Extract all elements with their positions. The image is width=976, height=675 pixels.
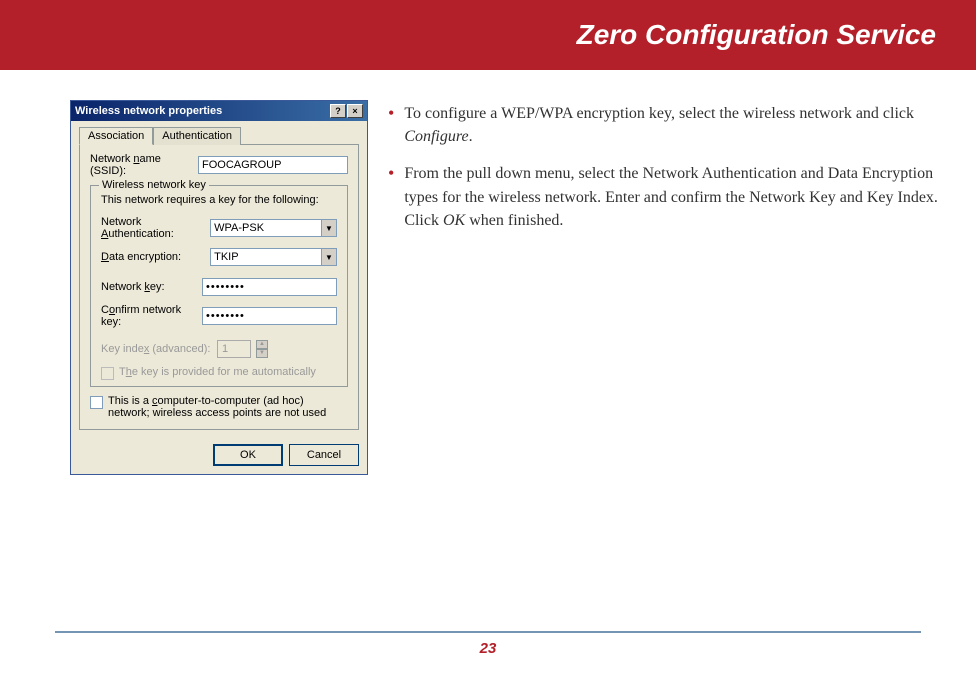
auto-key-label: The key is provided for me automatically (119, 366, 316, 378)
footer-divider (55, 631, 921, 633)
auth-value: WPA-PSK (214, 222, 264, 234)
network-key-input[interactable] (202, 278, 337, 296)
tab-association[interactable]: Association (79, 127, 153, 145)
bullet-text-1: To configure a WEP/WPA encryption key, s… (404, 102, 956, 148)
page-title: Zero Configuration Service (577, 19, 936, 51)
tab-panel-association: Network name (SSID): Wireless network ke… (79, 144, 359, 430)
close-button[interactable]: × (347, 104, 363, 118)
tab-authentication[interactable]: Authentication (153, 127, 241, 145)
wireless-properties-dialog: Wireless network properties ? × Associat… (70, 100, 368, 475)
enc-label: Data encryption: (101, 251, 204, 263)
page-header: Zero Configuration Service (0, 0, 976, 70)
enc-value: TKIP (214, 251, 238, 263)
dialog-body: Association Authentication Network name … (71, 121, 367, 438)
ssid-label: Network name (SSID): (90, 153, 192, 177)
confirm-key-label: Confirm network key: (101, 304, 196, 328)
cancel-button[interactable]: Cancel (289, 444, 359, 466)
page-number: 23 (0, 640, 976, 657)
keyindex-label: Key index (advanced): (101, 343, 211, 355)
auth-label: Network Authentication: (101, 216, 204, 240)
bullet-item-2: • From the pull down menu, select the Ne… (388, 162, 956, 232)
dialog-title: Wireless network properties (75, 105, 222, 117)
instructions: • To configure a WEP/WPA encryption key,… (388, 100, 956, 475)
ssid-input[interactable] (198, 156, 348, 174)
auth-combo[interactable]: WPA-PSK ▼ (210, 219, 337, 237)
adhoc-label: This is a computer-to-computer (ad hoc) … (108, 395, 348, 419)
groupbox-text: This network requires a key for the foll… (101, 194, 337, 206)
titlebar-buttons: ? × (330, 104, 363, 118)
groupbox-title: Wireless network key (99, 179, 209, 191)
auto-key-checkbox (101, 367, 114, 380)
adhoc-checkbox[interactable] (90, 396, 103, 409)
dialog-buttons: OK Cancel (71, 438, 367, 474)
dialog-titlebar: Wireless network properties ? × (71, 101, 367, 121)
bullet-text-2: From the pull down menu, select the Netw… (404, 162, 956, 232)
ok-button[interactable]: OK (213, 444, 283, 466)
confirm-key-input[interactable] (202, 307, 337, 325)
bullet-icon: • (388, 102, 394, 148)
keyindex-input: 1 (217, 340, 251, 358)
enc-combo[interactable]: TKIP ▼ (210, 248, 337, 266)
page-content: Wireless network properties ? × Associat… (0, 70, 976, 475)
chevron-down-icon: ▼ (321, 249, 336, 265)
key-label: Network key: (101, 281, 196, 293)
chevron-down-icon: ▼ (321, 220, 336, 236)
help-button[interactable]: ? (330, 104, 346, 118)
tabs: Association Authentication (79, 127, 359, 145)
spin-up-icon: ▲ (256, 340, 268, 349)
keyindex-spinner: ▲ ▼ (256, 340, 268, 358)
spin-down-icon: ▼ (256, 349, 268, 358)
wireless-key-groupbox: Wireless network key This network requir… (90, 185, 348, 387)
bullet-icon: • (388, 162, 394, 232)
bullet-item-1: • To configure a WEP/WPA encryption key,… (388, 102, 956, 148)
